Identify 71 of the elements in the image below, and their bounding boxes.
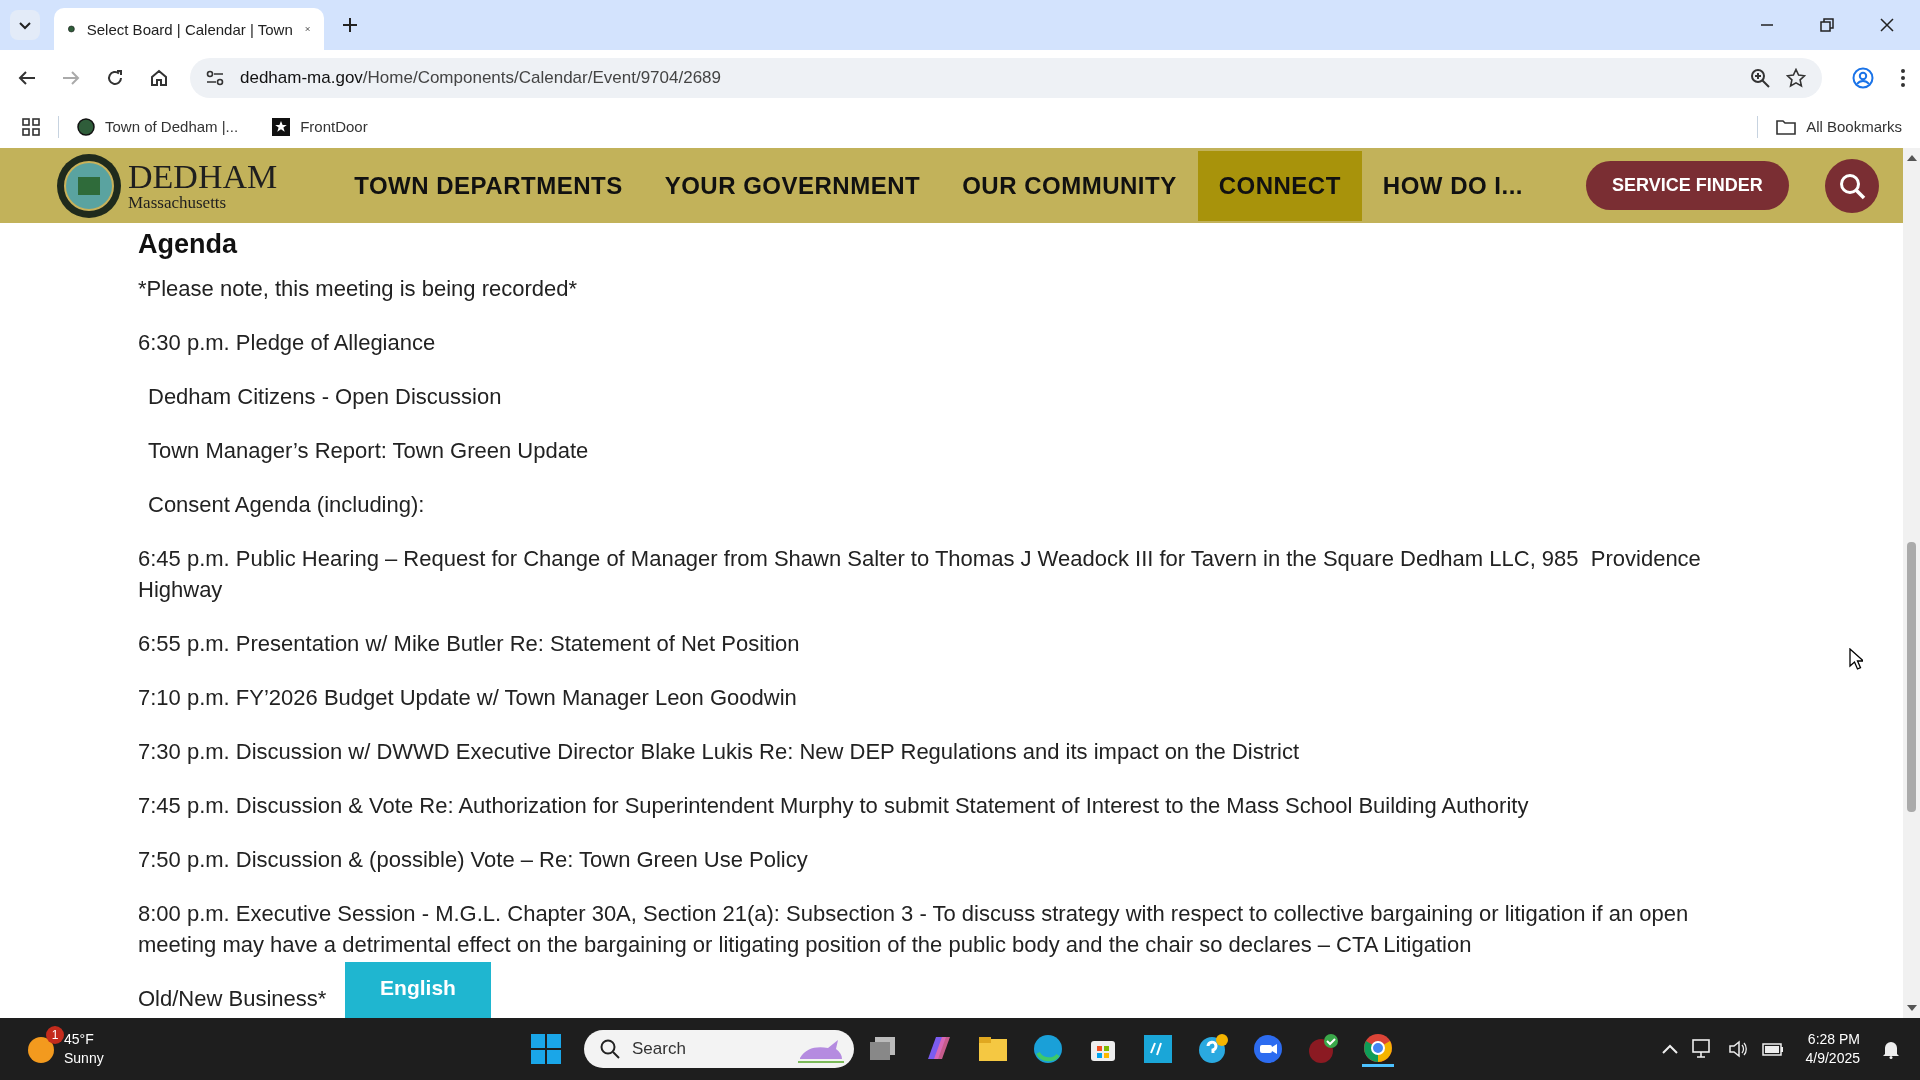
help-icon[interactable] — [1197, 1033, 1229, 1065]
nav-link[interactable]: OUR COMMUNITY — [941, 150, 1198, 221]
nav-link[interactable]: CONNECT — [1197, 150, 1362, 221]
site-settings-icon[interactable] — [206, 68, 224, 87]
menu-icon[interactable] — [1900, 67, 1906, 88]
star-logo-icon — [272, 117, 291, 136]
tab-title: Select Board | Calendar | Town — [86, 20, 293, 38]
agenda-item: 7:45 p.m. Discussion & Vote Re: Authorization for Superintendent Murphy to submit Statement of Interest to the Mass School Building Authority — [138, 792, 1529, 820]
agenda-item: 7:10 p.m. FY’2026 Budget Update w/ Town Manager Leon Goodwin — [138, 684, 797, 712]
nav-link[interactable]: YOUR GOVERNMENT — [643, 150, 942, 221]
hp-app-icon[interactable] — [1142, 1033, 1174, 1065]
mouse-pointer-icon — [1849, 648, 1863, 670]
star-icon[interactable] — [1786, 67, 1806, 88]
restore-icon[interactable] — [1820, 18, 1834, 32]
zoom-in-icon[interactable] — [1750, 67, 1770, 88]
scroll-down-icon[interactable] — [1905, 1004, 1918, 1012]
app-icon[interactable] — [1307, 1033, 1339, 1065]
section-heading: Agenda — [138, 229, 239, 260]
zoom-app-icon[interactable] — [1252, 1033, 1284, 1065]
apps-grid-icon[interactable] — [22, 117, 40, 136]
browser-tab[interactable]: Select Board | Calendar | Town — [54, 8, 324, 50]
agenda-item: 6:55 p.m. Presentation w/ Mike Butler Re: Statement of Net Position — [138, 630, 800, 658]
home-icon[interactable] — [150, 68, 168, 87]
weather-condition: Sunny — [64, 1049, 104, 1068]
notification-bell-icon[interactable] — [1882, 1039, 1900, 1059]
profile-icon[interactable] — [1852, 66, 1874, 89]
temperature-text: 45°F — [64, 1030, 95, 1049]
scrollbar[interactable] — [1903, 148, 1920, 1018]
speaker-icon[interactable] — [1727, 1040, 1748, 1058]
nav-link[interactable]: TOWN DEPARTMENTS — [333, 150, 644, 221]
agenda-item: 6:30 p.m. Pledge of Allegiance — [138, 329, 436, 357]
date-text: 4/9/2025 — [1805, 1049, 1860, 1068]
chrome-icon[interactable] — [1362, 1031, 1394, 1067]
agenda-item: Consent Agenda (including): — [147, 491, 425, 519]
notification-badge: 1 — [46, 1026, 64, 1044]
scroll-up-icon[interactable] — [1905, 154, 1918, 162]
chevron-up-icon[interactable] — [1661, 1044, 1678, 1054]
agenda-item: Town Manager’s Report: Town Green Update — [147, 437, 589, 465]
search-icon — [600, 1039, 620, 1059]
folder-icon — [1776, 118, 1797, 135]
tab-list-icon[interactable] — [10, 10, 40, 40]
windows-start-icon[interactable] — [531, 1034, 561, 1064]
agenda-item: 6:45 p.m. Public Hearing – Request for Change of Manager from Shawn Salter to Thomas J Weadock III for Tavern in the Square Dedham LLC, 985 Providence Highway — [138, 545, 1702, 604]
agenda-item: Old/New Business* — [138, 985, 327, 1013]
agenda-item: *Please note, this meeting is being recorded* — [138, 275, 578, 303]
site-title: DEDHAM — [128, 160, 278, 194]
search-icon[interactable] — [1824, 158, 1879, 213]
bookmark-link[interactable]: Town of Dedham |... — [77, 117, 239, 136]
back-icon[interactable] — [18, 68, 36, 87]
close-icon[interactable] — [1880, 18, 1894, 32]
battery-icon[interactable] — [1761, 1041, 1784, 1057]
site-subtitle: Massachusetts — [128, 194, 228, 211]
agenda-item: 8:00 p.m. Executive Session - M.G.L. Chapter 30A, Section 21(a): Subsection 3 - To discuss strategy with respect to collective bargaining or litigation if an open meeting may have a detrimental effect on the bargaining or litigating position of the public body and the chair so declares – CTA Litigation — [138, 900, 1690, 959]
new-tab-icon[interactable] — [342, 17, 358, 33]
clock[interactable]: 6:28 PM 4/9/2025 — [1805, 1030, 1860, 1068]
scrollbar-thumb[interactable] — [1907, 542, 1916, 812]
edge-icon[interactable] — [1032, 1033, 1064, 1065]
reload-icon[interactable] — [106, 68, 124, 87]
town-seal-icon — [56, 152, 122, 219]
agenda-item: 7:30 p.m. Discussion w/ DWWD Executive Director Blake Lukis Re: New DEP Regulations and its impact on the District — [138, 738, 1300, 766]
agenda-item: Dedham Citizens - Open Discussion — [147, 383, 502, 411]
address-bar[interactable]: dedham-ma.gov/Home/Components/Calendar/Event/9704/2689 — [190, 57, 1822, 98]
url-text: dedham-ma.gov/Home/Components/Calendar/Event/9704/2689 — [240, 67, 721, 88]
nav-link[interactable]: HOW DO I... — [1361, 150, 1544, 221]
bookmark-link[interactable]: FrontDoor — [272, 117, 368, 136]
seal-icon — [77, 117, 95, 136]
all-bookmarks-button[interactable]: All Bookmarks — [1776, 118, 1902, 135]
time-text: 6:28 PM — [1807, 1030, 1860, 1049]
taskbar-search-field[interactable]: Search — [584, 1030, 854, 1068]
service-finder-button[interactable]: SERVICE FINDER — [1586, 161, 1789, 210]
agenda-item: 7:50 p.m. Discussion & (possible) Vote – Re: Town Green Use Policy — [138, 846, 808, 874]
